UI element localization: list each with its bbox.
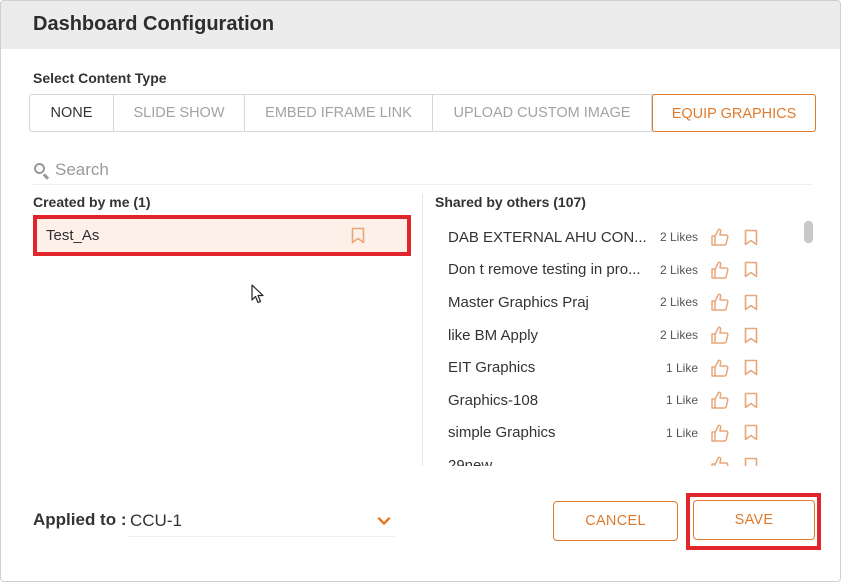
list-item[interactable]: simple Graphics 1 Like [448, 417, 798, 450]
like-count: 2 Likes [659, 262, 698, 277]
tab-slide-show[interactable]: SLIDE SHOW [114, 95, 245, 131]
thumbs-up-icon[interactable] [710, 423, 730, 443]
dialog-header: Dashboard Configuration [1, 1, 840, 49]
thumbs-up-icon[interactable] [710, 292, 730, 312]
created-by-me-panel: Created by me (1) Test_As [33, 194, 413, 466]
like-count: 1 Like [665, 393, 698, 408]
like-count: 2 Likes [659, 328, 698, 343]
applied-to-dropdown[interactable]: CCU-1 [129, 506, 395, 537]
graphic-name: 29new [448, 456, 493, 466]
thumbs-up-icon[interactable] [710, 260, 730, 280]
like-count: 1 Like [665, 425, 698, 440]
cancel-button[interactable]: CANCEL [553, 501, 678, 541]
graphic-name: EIT Graphics [448, 359, 536, 377]
list-item[interactable]: like BM Apply 2 Likes [448, 319, 798, 352]
graphic-name: DAB EXTERNAL AHU CON... [448, 228, 647, 246]
mouse-cursor-icon [251, 284, 264, 304]
tab-equip-graphics[interactable]: EQUIP GRAPHICS [652, 94, 816, 132]
scrollbar[interactable] [804, 221, 813, 243]
bookmark-icon[interactable] [744, 457, 758, 466]
save-button[interactable]: SAVE [693, 500, 815, 540]
like-count: 2 Likes [659, 295, 698, 310]
shared-by-others-header: Shared by others (107) [435, 194, 586, 210]
applied-to-value: CCU-1 [130, 511, 182, 530]
list-item[interactable]: Don t remove testing in pro... 2 Likes [448, 254, 798, 287]
tab-embed-iframe-link[interactable]: EMBED IFRAME LINK [245, 95, 433, 131]
list-item[interactable]: 29new [448, 449, 798, 466]
bookmark-icon[interactable] [744, 229, 758, 246]
bookmark-icon[interactable] [744, 392, 758, 409]
like-count: 1 Like [665, 360, 698, 375]
thumbs-up-icon[interactable] [710, 358, 730, 378]
dashboard-config-dialog: Dashboard Configuration Select Content T… [0, 0, 841, 582]
graphic-name: Test_As [46, 227, 100, 244]
search-input[interactable] [55, 159, 755, 180]
bookmark-icon[interactable] [744, 294, 758, 311]
list-item[interactable]: Graphics-108 1 Like [448, 384, 798, 417]
graphic-name: like BM Apply [448, 326, 539, 344]
dialog-title: Dashboard Configuration [33, 13, 275, 35]
list-item[interactable]: Test_As [33, 215, 411, 256]
bookmark-icon[interactable] [351, 227, 365, 244]
thumbs-up-icon[interactable] [710, 455, 730, 466]
graphic-name: Master Graphics Praj [448, 293, 589, 311]
list-item[interactable]: DAB EXTERNAL AHU CON... 2 Likes [448, 221, 798, 254]
tab-none[interactable]: NONE [30, 95, 114, 131]
created-by-me-header: Created by me (1) [33, 194, 151, 210]
thumbs-up-icon[interactable] [710, 390, 730, 410]
applied-to-label: Applied to : [33, 510, 127, 529]
search-bar [33, 155, 813, 185]
thumbs-up-icon[interactable] [710, 325, 730, 345]
list-item[interactable]: Master Graphics Praj 2 Likes [448, 286, 798, 319]
graphic-name: Don t remove testing in pro... [448, 261, 641, 279]
bookmark-icon[interactable] [744, 261, 758, 278]
graphic-name: simple Graphics [448, 424, 556, 442]
content-type-label: Select Content Type [33, 70, 167, 86]
like-count: 2 Likes [659, 230, 698, 245]
bookmark-icon[interactable] [744, 359, 758, 376]
list-item[interactable]: EIT Graphics 1 Like [448, 351, 798, 384]
tab-upload-custom-image[interactable]: UPLOAD CUSTOM IMAGE [433, 95, 652, 131]
chevron-down-icon [377, 516, 391, 526]
shared-by-others-panel: Shared by others (107) DAB EXTERNAL AHU … [435, 194, 815, 466]
thumbs-up-icon[interactable] [710, 227, 730, 247]
bookmark-icon[interactable] [744, 424, 758, 441]
graphic-name: Graphics-108 [448, 391, 539, 409]
search-icon [33, 161, 51, 179]
content-type-tabs: NONE SLIDE SHOW EMBED IFRAME LINK UPLOAD… [29, 94, 816, 132]
column-divider [422, 194, 423, 466]
shared-list: DAB EXTERNAL AHU CON... 2 Likes Don t remo… [448, 221, 798, 466]
bookmark-icon[interactable] [744, 327, 758, 344]
